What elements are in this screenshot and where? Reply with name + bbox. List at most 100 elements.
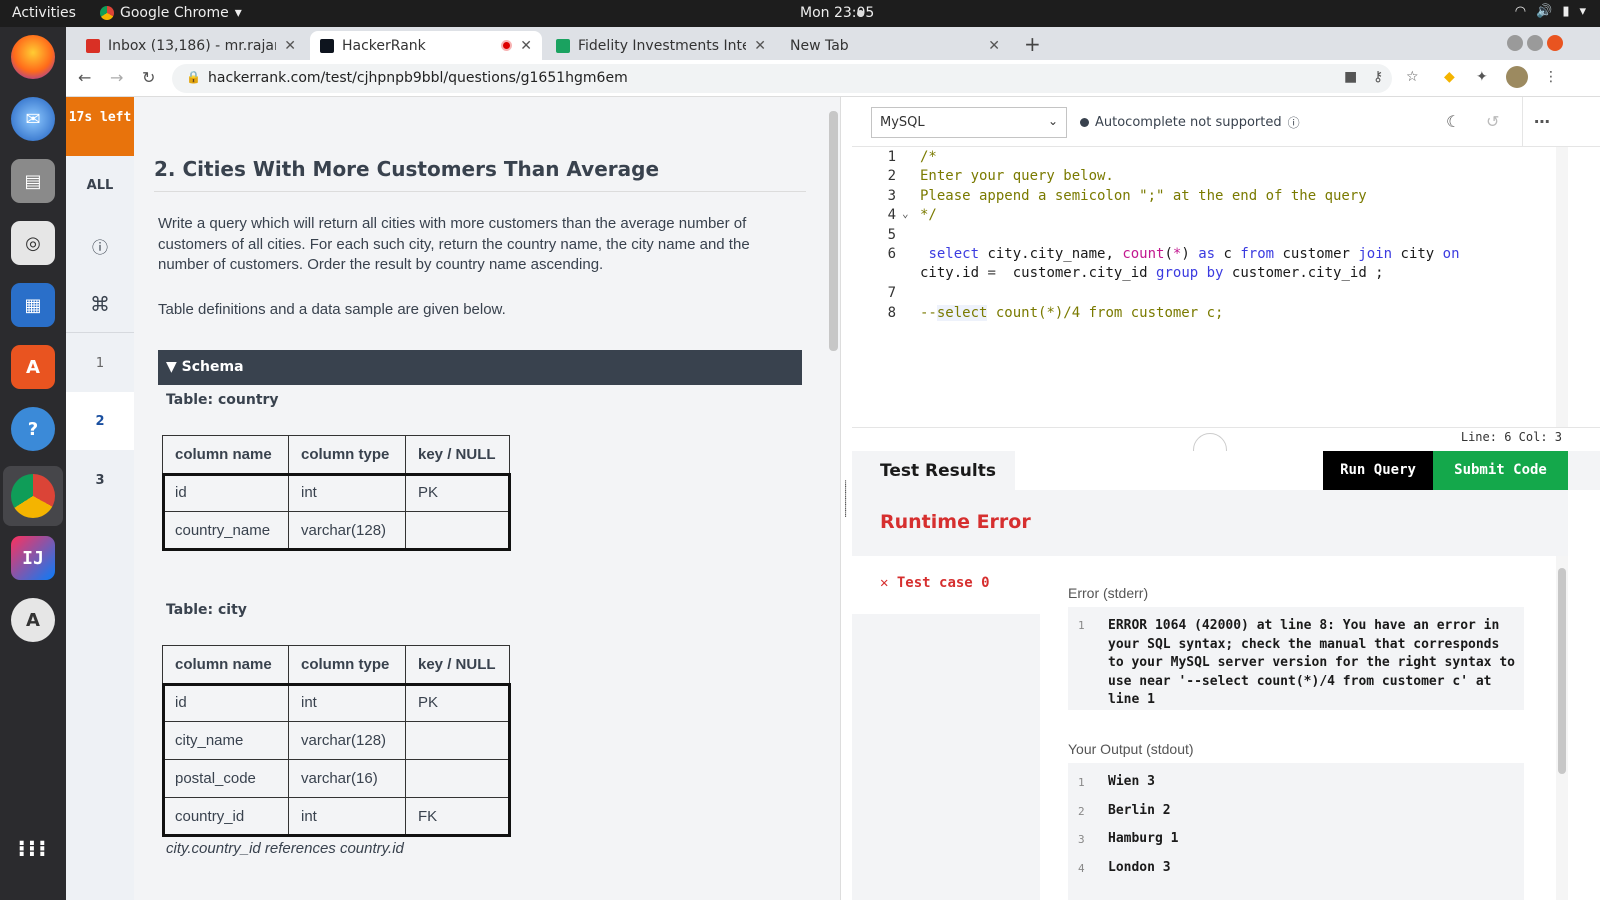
column-header: column name (162, 645, 289, 684)
line-number: 5 (887, 227, 896, 243)
schema-table-city: column name column type key / NULL id in… (161, 645, 511, 837)
close-icon[interactable]: ✕ (754, 38, 766, 54)
code-line: city.id = customer.city_id group by cust… (920, 265, 1384, 281)
battery-icon: ▮ (1562, 4, 1570, 19)
thunderbird-icon[interactable]: ✉ (11, 97, 55, 141)
schema-toggle[interactable]: ▼ Schema (158, 350, 802, 385)
tab-new-tab[interactable]: New Tab ✕ (780, 31, 1010, 60)
stderr-label: Error (stderr) (1068, 585, 1149, 601)
extension-shield-icon[interactable]: ◆ (1444, 69, 1455, 85)
info-icon[interactable]: ⓘ (66, 234, 134, 258)
more-options-icon[interactable]: ⋯ (1534, 112, 1550, 131)
editor-header: MySQL ⌄ Autocomplete not supported ⓘ ☾ ↺… (852, 97, 1600, 147)
table-cell (405, 721, 510, 760)
command-icon[interactable]: ⌘ (66, 292, 134, 316)
submit-code-button[interactable]: Submit Code (1433, 451, 1568, 490)
help-icon[interactable]: ? (11, 407, 55, 451)
table-row: id int PK (162, 473, 510, 512)
recording-icon (501, 40, 513, 51)
intellij-icon[interactable]: IJ (11, 536, 55, 580)
maximize-icon[interactable] (1527, 35, 1543, 51)
table-cell: country_name (162, 511, 289, 550)
table-row: country_name varchar(128) (162, 511, 510, 550)
table-cell (405, 511, 510, 550)
app-name: Google Chrome (120, 5, 229, 21)
status-dot-icon (1080, 118, 1089, 127)
rail-question-3[interactable]: 3 (66, 473, 134, 488)
chevron-down-icon: ▾ (1579, 4, 1586, 19)
firefox-icon[interactable] (11, 35, 55, 79)
libreoffice-writer-icon[interactable]: ▦ (11, 283, 55, 327)
close-window-icon[interactable] (1547, 35, 1563, 51)
reload-icon[interactable]: ↻ (142, 68, 155, 87)
drag-handle-icon[interactable]: ⁞ ⁞ ⁞ ⁞ ⁞ ⁞ (844, 480, 847, 520)
run-query-button[interactable]: Run Query (1323, 451, 1433, 490)
chevron-down-icon: ▾ (234, 5, 242, 21)
scrollbar-thumb[interactable] (829, 111, 838, 351)
table-cell: int (288, 473, 406, 512)
close-icon[interactable]: ✕ (988, 38, 1000, 54)
code-line: --select count(*)/4 from customer c; (920, 305, 1224, 321)
table-cell: FK (405, 797, 510, 836)
key-icon[interactable]: ⚷ (1373, 69, 1383, 85)
editor-scrollbar[interactable] (1556, 147, 1568, 427)
show-applications-icon[interactable]: ⁝⁝⁝ (11, 827, 55, 871)
tab-gmail[interactable]: Inbox (13,186) - mr.rajansi ✕ (76, 31, 306, 60)
chrome-icon[interactable] (11, 474, 55, 518)
column-header: column type (288, 645, 406, 684)
software-updater-icon[interactable]: A (11, 598, 55, 642)
system-tray[interactable]: ◠ 🔊 ▮ ▾ (1515, 4, 1586, 19)
rail-question-2[interactable]: 2 (66, 414, 134, 429)
reference-note: city.country_id references country.id (166, 840, 404, 857)
app-menu[interactable]: Google Chrome ▾ (100, 5, 242, 21)
rail-all[interactable]: ALL (66, 178, 134, 193)
table-cell (405, 759, 510, 798)
table-cell: varchar(128) (288, 721, 406, 760)
problem-scrollbar[interactable] (828, 97, 840, 900)
url-text: hackerrank.com/test/cjhpnpb9bbl/question… (208, 70, 628, 86)
test-case-0[interactable]: ✕ Test case 0 (880, 575, 990, 591)
scrollbar-thumb[interactable] (1558, 568, 1566, 774)
minimize-icon[interactable] (1507, 35, 1523, 51)
menu-kebab-icon[interactable]: ⋮ (1544, 69, 1558, 85)
results-scrollbar[interactable] (1556, 556, 1568, 900)
tab-hackerrank[interactable]: HackerRank ✕ (310, 31, 542, 60)
new-tab-icon[interactable]: + (1024, 32, 1041, 56)
star-icon[interactable]: ☆ (1406, 69, 1419, 85)
extensions-puzzle-icon[interactable]: ✦ (1476, 69, 1488, 85)
table-cell: varchar(16) (288, 759, 406, 798)
files-icon[interactable]: ▤ (11, 159, 55, 203)
rhythmbox-icon[interactable]: ◎ (11, 221, 55, 265)
info-icon[interactable]: ⓘ (1288, 114, 1300, 131)
rail-question-1[interactable]: 1 (66, 356, 134, 371)
line-number: 8 (887, 305, 896, 321)
autocomplete-label: Autocomplete not supported (1095, 115, 1282, 130)
forward-icon[interactable]: → (110, 68, 123, 87)
language-select[interactable]: MySQL ⌄ (871, 107, 1067, 138)
divider (154, 191, 806, 192)
activities-button[interactable]: Activities (12, 5, 76, 21)
line-number: 1 (1078, 776, 1085, 789)
problem-panel: 2. Cities With More Customers Than Avera… (134, 97, 828, 900)
close-icon[interactable]: ✕ (284, 38, 296, 54)
stdout-row: Wien 3 (1108, 774, 1155, 789)
tab-fidelity[interactable]: Fidelity Investments Interv ✕ (546, 31, 776, 60)
history-icon[interactable]: ↺ (1486, 112, 1499, 131)
table-cell: int (288, 797, 406, 836)
code-editor[interactable]: 1 2 3 4 ⌄ 5 6 7 8 /* Enter your query be… (852, 147, 1600, 427)
dark-mode-icon[interactable]: ☾ (1446, 112, 1460, 131)
back-icon[interactable]: ← (78, 68, 91, 87)
test-case-label: Test case 0 (896, 575, 990, 591)
software-center-icon[interactable]: A (11, 345, 55, 389)
fold-icon[interactable]: ⌄ (902, 207, 909, 220)
volume-icon: 🔊 (1536, 4, 1553, 19)
language-value: MySQL (880, 115, 925, 130)
address-bar[interactable]: 🔒 hackerrank.com/test/cjhpnpb9bbl/questi… (172, 64, 1392, 93)
dock: ✉ ▤ ◎ ▦ A ? IJ A ⁝⁝⁝ (0, 27, 66, 900)
pane-splitter[interactable]: ⁞ ⁞ ⁞ ⁞ ⁞ ⁞ (840, 97, 852, 900)
camera-icon[interactable]: ■ (1344, 69, 1357, 85)
close-icon[interactable]: ✕ (520, 38, 532, 54)
schema-label: Schema (181, 359, 244, 375)
stdout-label: Your Output (stdout) (1068, 741, 1194, 757)
avatar[interactable] (1506, 66, 1528, 88)
